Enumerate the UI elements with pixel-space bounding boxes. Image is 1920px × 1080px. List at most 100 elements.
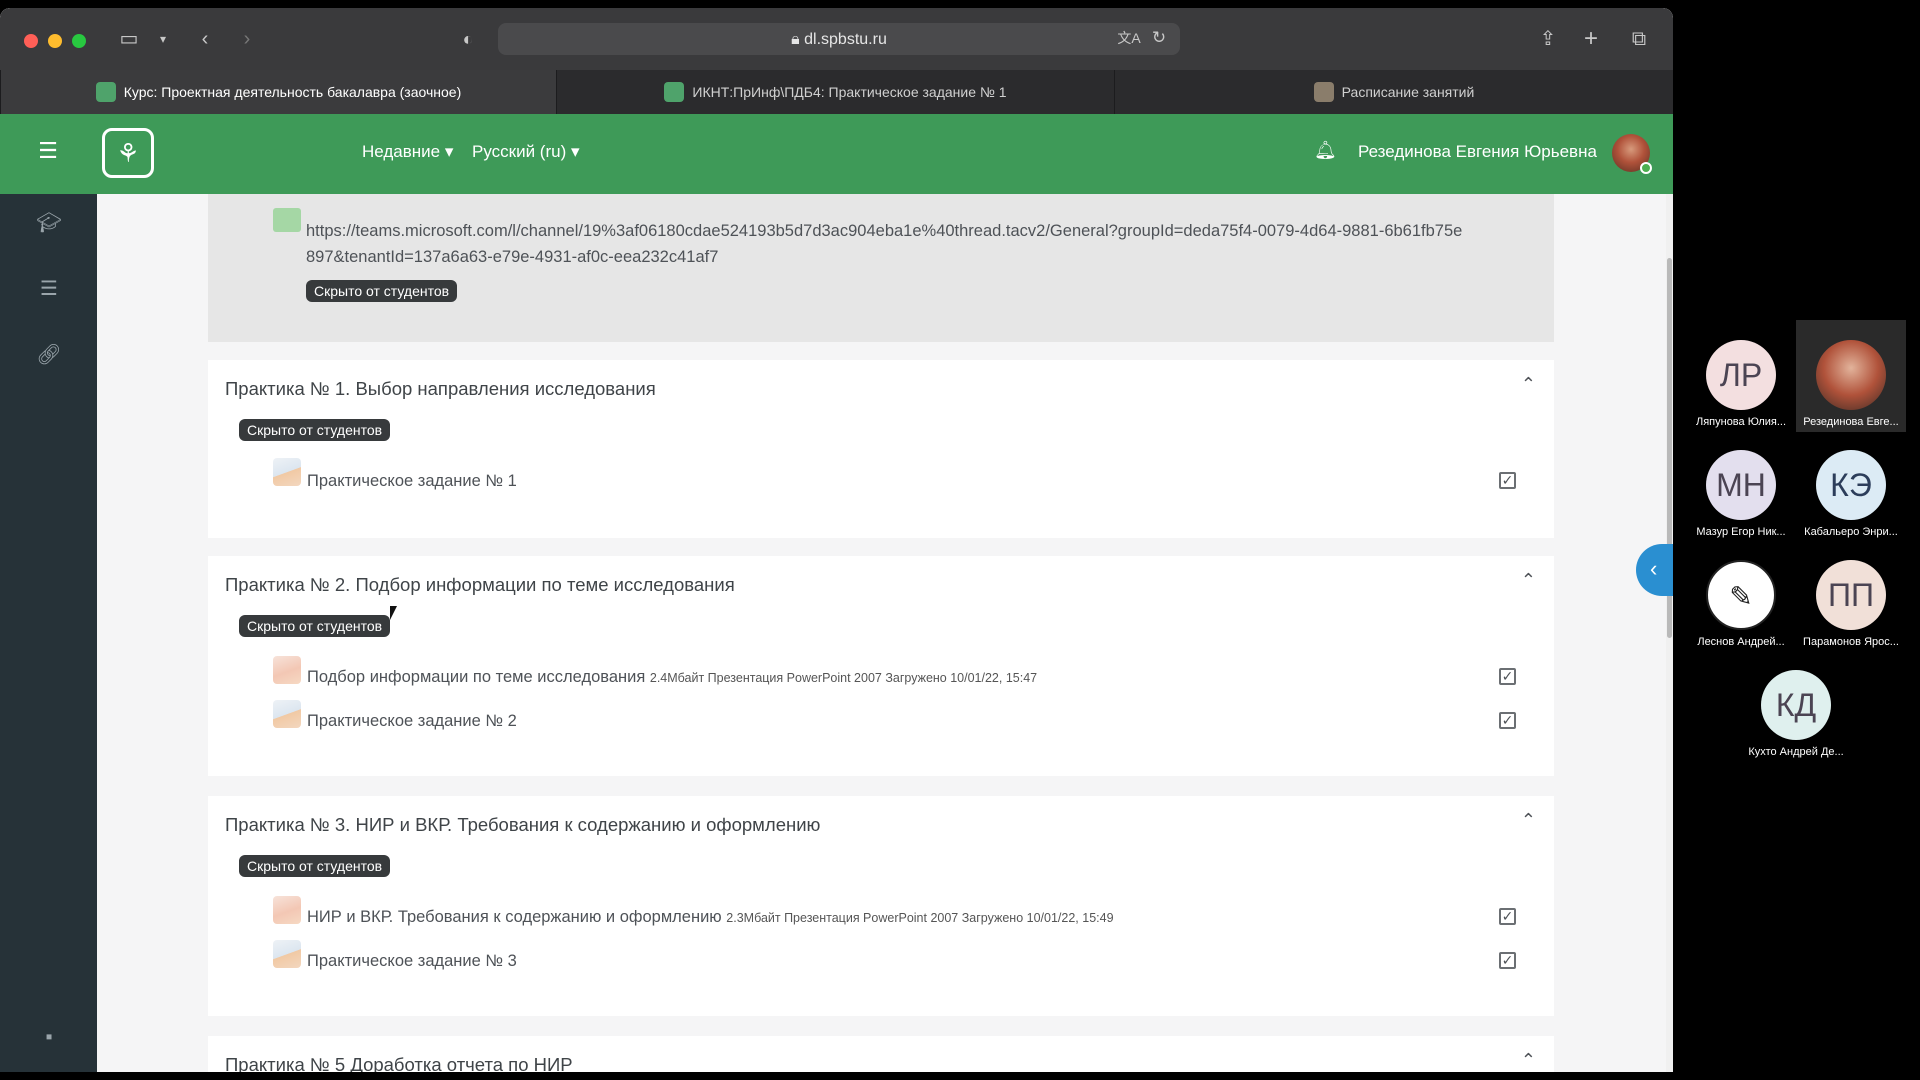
teams-link-section: https://teams.microsoft.com/l/channel/19… bbox=[208, 194, 1554, 342]
participant-name: Кабальеро Энри... bbox=[1804, 526, 1898, 538]
site-logo[interactable]: ⚘ bbox=[102, 128, 154, 178]
new-tab-button[interactable]: + bbox=[1576, 26, 1606, 52]
forward-button[interactable]: › bbox=[232, 26, 262, 52]
hidden-badge: Скрыто от студентов bbox=[239, 855, 391, 877]
activity-link[interactable]: Подбор информации по теме исследования 2… bbox=[307, 668, 1037, 687]
chevron-up-icon[interactable]: ⌃ bbox=[1521, 1050, 1536, 1071]
tab-course[interactable]: Курс: Проектная деятельность бакалавра (… bbox=[0, 70, 556, 114]
video-call-participants: ЛР Ляпунова Юлия... Резединова Евге... М… bbox=[1673, 0, 1920, 1080]
chevron-up-icon[interactable]: ⌃ bbox=[1521, 810, 1536, 831]
participant-name: Парамонов Ярос... bbox=[1803, 636, 1899, 648]
participant-avatar-photo bbox=[1816, 340, 1886, 410]
chevron-up-icon[interactable]: ⌃ bbox=[1521, 374, 1536, 395]
participant-tile[interactable]: КД Кухто Андрей Де... bbox=[1741, 670, 1851, 758]
graduation-cap-icon[interactable]: 🎓︎ bbox=[34, 210, 64, 235]
checkbox-checked-icon[interactable]: ✓ bbox=[1499, 908, 1516, 925]
powerpoint-file-icon bbox=[273, 656, 301, 684]
section-title[interactable]: Практика № 1. Выбор направления исследов… bbox=[225, 378, 656, 400]
list-icon[interactable]: ☰ bbox=[34, 276, 64, 301]
chevron-up-icon[interactable]: ⌃ bbox=[1521, 570, 1536, 591]
assignment-icon bbox=[273, 458, 301, 486]
user-name[interactable]: Резединова Евгения Юрьевна bbox=[1358, 142, 1597, 162]
checkbox-checked-icon[interactable]: ✓ bbox=[1499, 712, 1516, 729]
archive-icon[interactable]: ▪ bbox=[34, 1026, 64, 1049]
course-favicon-icon bbox=[664, 82, 685, 102]
tab-label: Курс: Проектная деятельность бакалавра (… bbox=[123, 84, 462, 100]
checkbox-checked-icon[interactable]: ✓ bbox=[1499, 472, 1516, 489]
participant-tile[interactable]: ПП Парамонов Ярос... bbox=[1796, 560, 1906, 648]
participant-name: Мазур Егор Ник... bbox=[1696, 526, 1786, 538]
url-resource-icon bbox=[273, 208, 301, 232]
hidden-badge: Скрыто от студентов bbox=[239, 615, 391, 637]
tab-label: ИКНТ:ПрИнф\ПДБ4: Практическое задание № … bbox=[692, 84, 1007, 100]
reload-icon[interactable]: ↻ bbox=[1144, 25, 1174, 51]
checkbox-checked-icon[interactable]: ✓ bbox=[1499, 952, 1516, 969]
assignment-icon bbox=[273, 700, 301, 728]
participant-avatar: КД bbox=[1761, 670, 1831, 740]
translate-icon[interactable]: 文A bbox=[1114, 25, 1144, 51]
back-button[interactable]: ‹ bbox=[190, 26, 220, 52]
language-menu[interactable]: Русский (ru) ▾ bbox=[472, 142, 580, 162]
participant-tile[interactable]: Резединова Евге... bbox=[1796, 340, 1906, 428]
mouse-cursor bbox=[390, 606, 397, 620]
sidebar-icon[interactable]: ▭ bbox=[114, 26, 144, 52]
maximize-window-button[interactable] bbox=[72, 34, 86, 48]
participant-name: Резединова Евге... bbox=[1803, 416, 1899, 428]
left-drawer: 🎓︎ ☰ 🔗︎ ▪ bbox=[0, 194, 97, 1072]
activity-link[interactable]: Практическое задание № 1 bbox=[307, 472, 517, 491]
section-title[interactable]: Практика № 5 Доработка отчета по НИР bbox=[225, 1054, 573, 1072]
browser-toolbar: ▭ ▾ ‹ › ◐ 🔒︎ dl.spbstu.ru 文A ↻ ⇪ + ⧉ bbox=[0, 8, 1673, 70]
participant-name: Кухто Андрей Де... bbox=[1748, 746, 1844, 758]
assignment-icon bbox=[273, 940, 301, 968]
hidden-badge: Скрыто от студентов bbox=[306, 280, 458, 302]
activity-link[interactable]: Практическое задание № 2 bbox=[307, 712, 517, 731]
powerpoint-file-icon bbox=[273, 896, 301, 924]
participant-avatar: ПП bbox=[1816, 560, 1886, 630]
participant-avatar: МН bbox=[1706, 450, 1776, 520]
participant-tile[interactable]: ✎ Леснов Андрей... bbox=[1686, 560, 1796, 648]
tab-assignment[interactable]: ИКНТ:ПрИнф\ПДБ4: Практическое задание № … bbox=[556, 70, 1114, 114]
shield-icon[interactable]: ◐ bbox=[453, 26, 483, 52]
participant-avatar: ЛР bbox=[1706, 340, 1776, 410]
checkbox-checked-icon[interactable]: ✓ bbox=[1499, 668, 1516, 685]
participant-avatar: КЭ bbox=[1816, 450, 1886, 520]
tab-bar: Курс: Проектная деятельность бакалавра (… bbox=[0, 70, 1673, 114]
file-meta: 2.4Мбайт Презентация PowerPoint 2007 Заг… bbox=[649, 671, 1038, 685]
participant-tile[interactable]: КЭ Кабальеро Энри... bbox=[1796, 450, 1906, 538]
participant-tile[interactable]: ЛР Ляпунова Юлия... bbox=[1686, 340, 1796, 428]
section-practice-2: Практика № 2. Подбор информации по теме … bbox=[208, 556, 1554, 776]
url-text: dl.spbstu.ru bbox=[804, 31, 887, 48]
tab-schedule[interactable]: Расписание занятий bbox=[1114, 70, 1673, 114]
address-bar[interactable]: 🔒︎ dl.spbstu.ru 文A ↻ bbox=[498, 23, 1180, 55]
hamburger-icon[interactable]: ☰ bbox=[36, 138, 60, 164]
course-favicon-icon bbox=[95, 82, 116, 102]
link-icon[interactable]: 🔗︎ bbox=[34, 342, 64, 367]
participant-name: Леснов Андрей... bbox=[1697, 636, 1785, 648]
online-status-dot bbox=[1640, 162, 1652, 174]
minimize-window-button[interactable] bbox=[48, 34, 62, 48]
tabs-icon[interactable]: ⧉ bbox=[1624, 26, 1654, 52]
bell-icon[interactable]: 🔔︎ bbox=[1314, 140, 1337, 161]
browser-window: ▭ ▾ ‹ › ◐ 🔒︎ dl.spbstu.ru 文A ↻ ⇪ + ⧉ Кур… bbox=[0, 8, 1673, 1072]
schedule-favicon-icon bbox=[1313, 82, 1334, 102]
hidden-badge: Скрыто от студентов bbox=[239, 419, 391, 441]
section-practice-1: Практика № 1. Выбор направления исследов… bbox=[208, 360, 1554, 538]
recent-menu[interactable]: Недавние ▾ bbox=[362, 142, 453, 162]
participant-avatar-drawing: ✎ bbox=[1706, 560, 1776, 630]
lock-icon: 🔒︎ bbox=[791, 31, 805, 48]
participant-name: Ляпунова Юлия... bbox=[1695, 416, 1787, 428]
file-meta: 2.3Мбайт Презентация PowerPoint 2007 Заг… bbox=[726, 911, 1114, 925]
share-icon[interactable]: ⇪ bbox=[1533, 26, 1563, 52]
activity-link[interactable]: Практическое задание № 3 bbox=[307, 952, 517, 971]
activity-link[interactable]: НИР и ВКР. Требования к содержанию и офо… bbox=[307, 908, 1114, 927]
tab-label: Расписание занятий bbox=[1341, 84, 1475, 100]
chevron-down-icon[interactable]: ▾ bbox=[148, 26, 178, 52]
teams-link[interactable]: https://teams.microsoft.com/l/channel/19… bbox=[306, 218, 1466, 270]
close-window-button[interactable] bbox=[24, 34, 38, 48]
section-practice-5: Практика № 5 Доработка отчета по НИР ⌃ bbox=[208, 1036, 1554, 1072]
section-title[interactable]: Практика № 2. Подбор информации по теме … bbox=[225, 574, 735, 596]
course-content: https://teams.microsoft.com/l/channel/19… bbox=[97, 194, 1667, 1072]
participant-tile[interactable]: МН Мазур Егор Ник... bbox=[1686, 450, 1796, 538]
section-title[interactable]: Практика № 3. НИР и ВКР. Требования к со… bbox=[225, 814, 820, 836]
site-navbar: ☰ ⚘ Недавние ▾ Русский (ru) ▾ 🔔︎ Резедин… bbox=[0, 114, 1673, 194]
